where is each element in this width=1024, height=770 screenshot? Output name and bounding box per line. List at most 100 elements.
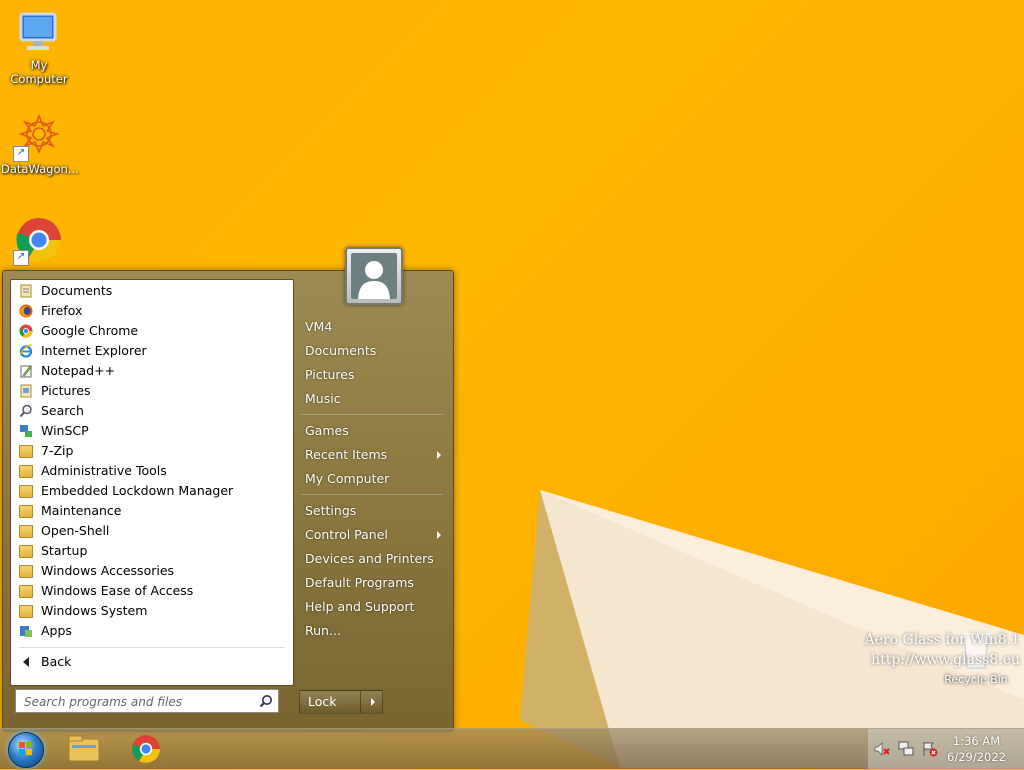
chevron-right-icon xyxy=(371,698,375,706)
recent-items-menu[interactable]: Recent Items xyxy=(299,444,447,466)
program-item[interactable]: Open-Shell xyxy=(11,521,293,541)
folder-icon xyxy=(19,605,33,618)
folder-icon xyxy=(19,565,33,578)
program-item[interactable]: Startup xyxy=(11,541,293,561)
separator xyxy=(301,494,443,496)
program-label: Notepad++ xyxy=(41,363,116,378)
windows-orb-icon xyxy=(8,732,44,768)
run-link[interactable]: Run... xyxy=(299,620,447,642)
taskbar-file-explorer[interactable] xyxy=(60,731,108,767)
desktop-icon-my-computer[interactable]: My Computer xyxy=(1,8,77,86)
search-icon xyxy=(19,404,32,418)
program-item[interactable]: Apps xyxy=(11,621,293,641)
program-item[interactable]: Search xyxy=(11,401,293,421)
program-item[interactable]: Documents xyxy=(11,281,293,301)
datawagon-icon: ↗ xyxy=(13,112,63,162)
program-item[interactable]: Notepad++ xyxy=(11,361,293,381)
documents-link[interactable]: Documents xyxy=(299,340,447,362)
program-list: Documents Firefox Google Chrome Internet Ex… xyxy=(11,281,293,641)
system-tray: 1:36 AM 6/29/2022 xyxy=(868,729,1024,769)
program-label: 7-Zip xyxy=(41,443,74,458)
program-label: Maintenance xyxy=(41,503,122,518)
user-icon xyxy=(358,261,390,299)
program-label: Windows System xyxy=(41,603,148,618)
shutdown-options-button[interactable] xyxy=(361,690,383,714)
desktop-icon-datawagon[interactable]: ↗ DataWagon... xyxy=(1,112,79,176)
help-support-link[interactable]: Help and Support xyxy=(299,596,447,618)
chrome-icon xyxy=(132,735,160,763)
program-label: Google Chrome xyxy=(41,323,139,338)
search-input[interactable] xyxy=(22,691,256,713)
back-arrow-icon xyxy=(23,657,29,667)
watermark-line: http://www.glass8.eu xyxy=(871,652,1020,668)
taskbar-chrome[interactable] xyxy=(122,731,170,767)
folder-icon xyxy=(19,445,33,458)
control-panel-menu[interactable]: Control Panel xyxy=(299,524,447,546)
program-item[interactable]: Administrative Tools xyxy=(11,461,293,481)
folder-icon xyxy=(19,465,33,478)
desktop-icon-chrome[interactable]: ↗ xyxy=(1,216,77,266)
pictures-link[interactable]: Pictures xyxy=(299,364,447,386)
program-label: Open-Shell xyxy=(41,523,110,538)
default-programs-link[interactable]: Default Programs xyxy=(299,572,447,594)
program-item[interactable]: 7-Zip xyxy=(11,441,293,461)
clock[interactable]: 1:36 AM 6/29/2022 xyxy=(947,733,1006,765)
program-label: Windows Ease of Access xyxy=(41,583,194,598)
back-button[interactable]: Back xyxy=(11,652,293,672)
folder-icon xyxy=(19,505,33,518)
desktop-icon-label: My Computer xyxy=(10,58,68,86)
program-label: Internet Explorer xyxy=(41,343,147,358)
shortcut-arrow-icon: ↗ xyxy=(13,146,29,162)
programs-pane: Documents Firefox Google Chrome Internet Ex… xyxy=(10,279,294,686)
network-icon[interactable] xyxy=(898,741,914,757)
lock-button[interactable]: Lock xyxy=(299,690,361,714)
recycle-bin-label: Recycle Bin xyxy=(944,673,1008,686)
program-item[interactable]: Google Chrome xyxy=(11,321,293,341)
clock-time: 1:36 AM xyxy=(952,734,1001,748)
program-label: Windows Accessories xyxy=(41,563,175,578)
clock-date: 6/29/2022 xyxy=(947,750,1006,764)
winscp-icon xyxy=(20,425,32,437)
program-label: WinSCP xyxy=(41,423,89,438)
devices-printers-link[interactable]: Devices and Printers xyxy=(299,548,447,570)
documents-icon xyxy=(20,284,32,298)
program-label: Documents xyxy=(41,283,113,298)
aero-glass-watermark: Aero Glass for Win8.1 http://www.glass8.… xyxy=(865,630,1020,670)
program-item[interactable]: Windows System xyxy=(11,601,293,621)
program-item[interactable]: Pictures xyxy=(11,381,293,401)
file-explorer-icon xyxy=(68,735,100,762)
desktop-icon-label: DataWagon... xyxy=(1,162,79,176)
submenu-arrow-icon xyxy=(437,531,441,539)
magnifier-icon[interactable] xyxy=(259,694,273,708)
folder-icon xyxy=(19,585,33,598)
program-item[interactable]: Maintenance xyxy=(11,501,293,521)
action-center-flag-icon[interactable] xyxy=(922,741,938,757)
folder-icon xyxy=(19,545,33,558)
watermark-line: Aero Glass for Win8.1 xyxy=(864,632,1020,648)
pictures-icon xyxy=(20,384,32,398)
program-item[interactable]: Embedded Lockdown Manager xyxy=(11,481,293,501)
program-item[interactable]: Internet Explorer xyxy=(11,341,293,361)
notepadpp-icon xyxy=(20,365,32,378)
separator xyxy=(19,647,285,648)
program-label: Search xyxy=(41,403,84,418)
program-item[interactable]: WinSCP xyxy=(11,421,293,441)
program-label: Startup xyxy=(41,543,88,558)
program-label: Administrative Tools xyxy=(41,463,167,478)
games-link[interactable]: Games xyxy=(299,420,447,442)
program-item[interactable]: Firefox xyxy=(11,301,293,321)
start-button[interactable] xyxy=(4,731,46,768)
program-label: Embedded Lockdown Manager xyxy=(41,483,234,498)
search-box[interactable] xyxy=(15,689,279,713)
chrome-icon: ↗ xyxy=(13,216,63,266)
speaker-muted-icon[interactable] xyxy=(874,741,890,757)
program-item[interactable]: Windows Accessories xyxy=(11,561,293,581)
program-item[interactable]: Windows Ease of Access xyxy=(11,581,293,601)
apps-icon xyxy=(20,626,32,637)
my-computer-link[interactable]: My Computer xyxy=(299,468,447,490)
music-link[interactable]: Music xyxy=(299,388,447,410)
chrome-icon xyxy=(19,324,33,338)
user-folder-link[interactable]: VM4 xyxy=(299,316,447,338)
settings-link[interactable]: Settings xyxy=(299,500,447,522)
user-picture[interactable] xyxy=(345,247,403,305)
